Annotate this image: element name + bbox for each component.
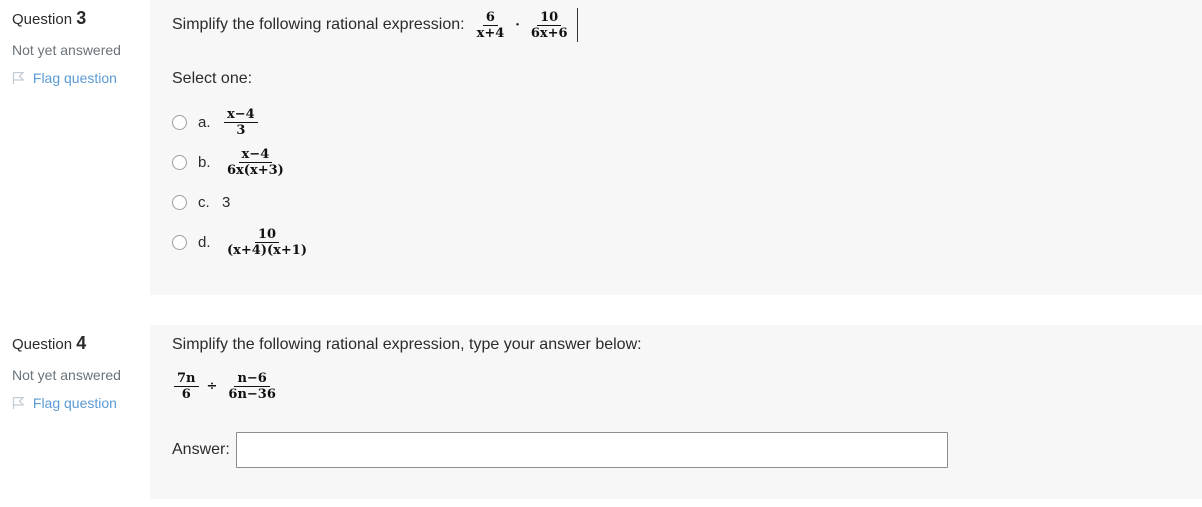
fraction-numerator: x−4 (224, 108, 258, 123)
text-caret (576, 8, 578, 42)
fraction-term-1: 6 x+4 (474, 11, 508, 40)
answer-value-b: x−4 6x(x+3) (222, 146, 289, 180)
fraction-term-2: n−6 6n−36 (225, 372, 278, 401)
radio-button-c[interactable] (172, 195, 187, 210)
question-number-value: 3 (76, 8, 87, 28)
answer-value-a: x−4 3 (222, 106, 260, 140)
select-one-instruction: Select one: (172, 70, 253, 87)
math-operator: ÷ (206, 379, 218, 394)
answer-input-4[interactable] (235, 432, 948, 468)
radio-button-b[interactable] (172, 155, 187, 170)
answer-letter-d: d. (198, 234, 211, 251)
answer-options-list-3: a. x−4 3 b. x−4 6x(x+3) c. 3 d. 10 (x+4)… (150, 90, 1202, 261)
fraction-denominator: 6x(x+3) (227, 163, 284, 178)
fraction-denominator: (x+4)(x+1) (227, 243, 307, 258)
question-prompt-4: Simplify the following rational expressi… (150, 333, 1202, 357)
math-operator: · (515, 17, 520, 33)
question-content-4: Simplify the following rational expressi… (150, 325, 1202, 499)
fraction: x−4 3 (224, 108, 258, 137)
fraction-term-1: 7n 6 (174, 372, 199, 401)
radio-button-a[interactable] (172, 115, 187, 130)
fraction-numerator: 6 (482, 11, 498, 26)
fraction-numerator: n−6 (234, 372, 270, 387)
answer-value-d: 10 (x+4)(x+1) (222, 226, 312, 260)
answer-option-d[interactable]: d. 10 (x+4)(x+1) (172, 224, 1202, 261)
flag-question-link-4[interactable]: Flag question (12, 394, 140, 413)
flag-question-link-3[interactable]: Flag question (12, 69, 140, 88)
question-state-3: Not yet answered (12, 42, 121, 58)
question-block-3: Question 3 Not yet answered Flag questio… (0, 0, 1202, 295)
answer-letter-b: b. (198, 154, 211, 171)
fraction-term-2: 10 6x+6 (528, 11, 571, 40)
question-state-4: Not yet answered (12, 367, 121, 383)
fraction-denominator: 3 (236, 123, 246, 138)
flag-question-label-4: Flag question (32, 395, 117, 411)
answer-row-4: Answer: (150, 401, 1202, 468)
fraction-denominator: x+4 (476, 25, 505, 41)
fraction-numerator: 7n (174, 372, 199, 387)
fraction-numerator: 10 (254, 228, 280, 243)
answer-option-a[interactable]: a. x−4 3 (172, 104, 1202, 141)
question-prompt-3: Simplify the following rational expressi… (150, 8, 1202, 42)
fraction-denominator: 6n−36 (228, 387, 276, 402)
question-expression-4-wrapper: 7n 6 ÷ n−6 6n−36 (150, 357, 1202, 401)
fraction-denominator: 6x+6 (530, 25, 568, 41)
question-block-4: Question 4 Not yet answered Flag questio… (0, 325, 1202, 499)
answer-plain-value: 3 (222, 194, 231, 211)
answer-option-c[interactable]: c. 3 (172, 184, 1202, 221)
fraction-numerator: 10 (537, 11, 562, 26)
question-number-3: Question 3 (12, 8, 140, 30)
question-info-panel-4: Question 4 Not yet answered Flag questio… (0, 325, 150, 499)
answer-option-b[interactable]: b. x−4 6x(x+3) (172, 144, 1202, 181)
question-number-label: Question (12, 336, 73, 353)
quiz-page: Question 3 Not yet answered Flag questio… (0, 0, 1202, 499)
fraction-numerator: x−4 (238, 148, 273, 163)
radio-button-d[interactable] (172, 235, 187, 250)
question-prompt-text-3: Simplify the following rational expressi… (172, 16, 465, 33)
flag-icon (12, 396, 25, 410)
answer-value-c: 3 (222, 186, 230, 220)
question-number-value: 4 (76, 333, 87, 353)
fraction: x−4 6x(x+3) (224, 148, 287, 177)
fraction: 10 (x+4)(x+1) (224, 228, 310, 257)
question-number-label: Question (12, 11, 73, 28)
flag-question-label-3: Flag question (32, 70, 117, 86)
question-number-4: Question 4 (12, 333, 140, 355)
question-content-3: Simplify the following rational expressi… (150, 0, 1202, 295)
answer-letter-c: c. (198, 194, 210, 211)
question-expression-4: 7n 6 ÷ n−6 6n−36 (172, 372, 281, 401)
flag-icon (12, 71, 25, 85)
answer-letter-a: a. (198, 114, 211, 131)
fraction-denominator: 6 (181, 387, 191, 402)
question-expression-3: 6 x+4 · 10 6x+6 (472, 8, 578, 42)
answer-label-4: Answer: (172, 441, 230, 458)
question-block-separator (0, 295, 1202, 325)
question-info-panel-3: Question 3 Not yet answered Flag questio… (0, 0, 150, 295)
question-prompt-text-4: Simplify the following rational expressi… (172, 336, 642, 353)
